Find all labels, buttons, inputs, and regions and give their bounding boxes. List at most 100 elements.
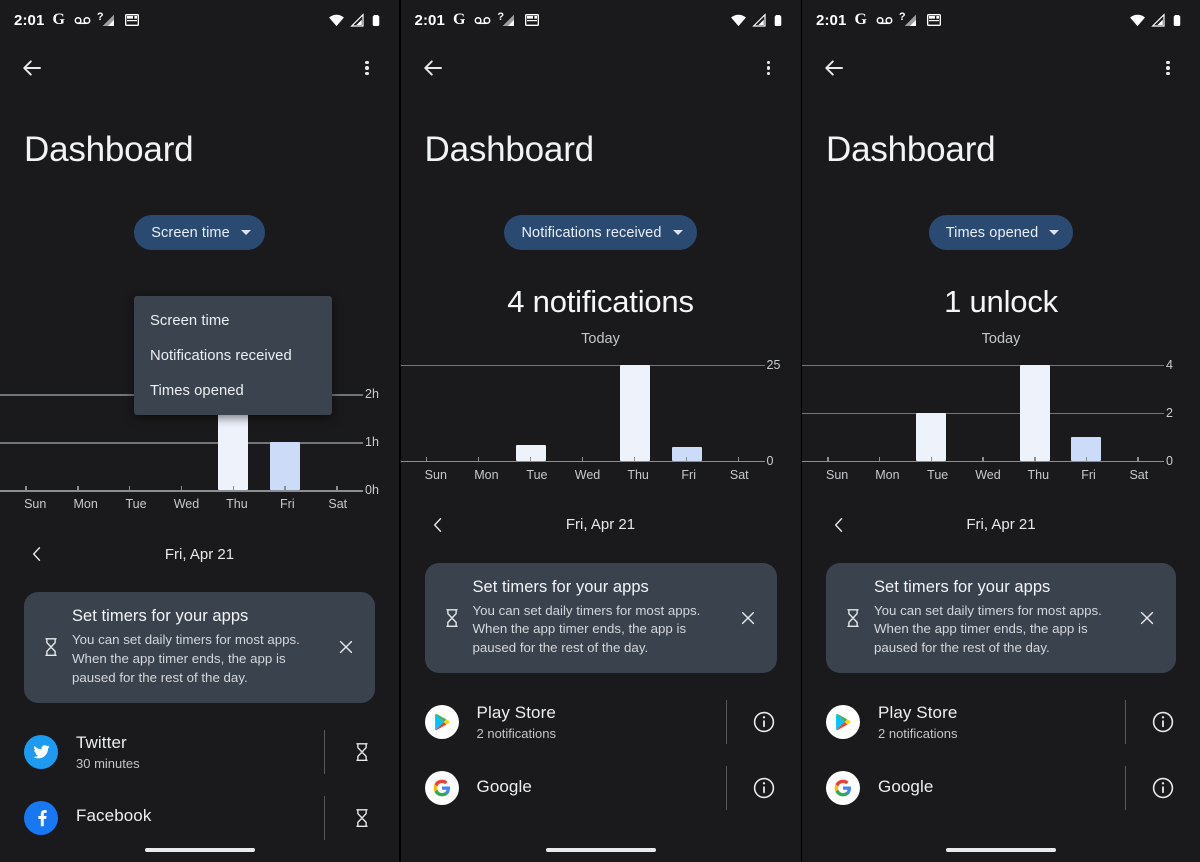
app-row-action-button[interactable] (727, 710, 801, 734)
cell-signal-icon (751, 12, 767, 28)
status-bar-clock: 2:01 (816, 11, 847, 29)
chart-x-tick-label: Tue (125, 497, 147, 511)
panel-notifications: 2:01 G? Dashboard Notifications received 4 n… (400, 0, 801, 862)
tip-card-close-button[interactable] (1132, 608, 1162, 628)
chart-bar-cell (1112, 365, 1164, 461)
voicemail-icon (73, 11, 92, 30)
app-usage-row[interactable]: Facebook (0, 785, 399, 851)
back-button[interactable] (415, 50, 451, 86)
date-navigation: Fri, Apr 21 (802, 508, 1200, 542)
chart-tick-cell (311, 486, 363, 491)
play-store-icon (826, 705, 860, 740)
cell-signal-icon (1150, 12, 1166, 28)
app-row-action-button[interactable] (325, 741, 399, 763)
wifi-icon (730, 12, 747, 29)
metric-selector-label: Screen time (151, 224, 230, 241)
chart-bar[interactable] (218, 406, 249, 490)
chart-tick-cell (453, 456, 505, 462)
chart-bar-cell (1061, 365, 1113, 461)
metric-menu-item[interactable]: Notifications received (134, 338, 332, 373)
chart-tick-cell (104, 486, 156, 491)
app-usage-row[interactable]: Google (401, 755, 801, 821)
app-bar (0, 40, 399, 96)
tip-card-close-button[interactable] (331, 637, 361, 657)
overflow-menu-button[interactable] (349, 50, 385, 86)
chart-bar[interactable] (270, 442, 301, 490)
tip-card-close-button[interactable] (733, 608, 763, 628)
back-button[interactable] (816, 50, 852, 86)
app-usage-row[interactable]: Google (802, 755, 1200, 821)
chart-ticks (401, 456, 765, 462)
app-bar (802, 40, 1200, 96)
chevron-down-icon (672, 230, 683, 235)
chart-tick-cell (156, 486, 208, 491)
system-navigation-pill (144, 848, 255, 852)
chart-x-tick-label: Fri (681, 467, 696, 482)
chart-bar-cell (802, 365, 854, 461)
chart-tick-cell (661, 456, 713, 462)
chart-bar-cell (957, 365, 1009, 461)
chart-tick-cell (1009, 456, 1061, 462)
google-g-icon: G (452, 11, 466, 28)
chart-y-tick-label: 2 (1166, 405, 1173, 420)
chart-tick-cell (713, 456, 765, 462)
app-bar (401, 40, 801, 96)
overflow-menu-button[interactable] (1150, 50, 1186, 86)
previous-day-button[interactable] (826, 515, 852, 535)
metric-selector-chip[interactable]: Notifications received (504, 215, 697, 250)
chart-bar[interactable] (916, 412, 947, 461)
chart-bar-cell (0, 394, 52, 490)
status-bar: 2:01 G? (0, 0, 399, 40)
current-date-label: Fri, Apr 21 (565, 516, 636, 534)
metric-headline-subtitle: Today (981, 330, 1021, 347)
metric-selector-row: Notifications received (401, 215, 801, 250)
chart-bar[interactable] (1019, 364, 1050, 461)
app-usage-row[interactable]: Twitter 30 minutes (0, 719, 399, 785)
app-meta: Facebook (76, 806, 324, 829)
app-name: Play Store (476, 703, 556, 723)
chart-x-axis-labels: Sun Mon Tue Wed Thu Fri Sat (802, 468, 1164, 482)
metric-dropdown-menu[interactable]: Screen time Notifications received Times o… (134, 296, 332, 415)
google-icon (424, 771, 459, 806)
app-name: Google (476, 776, 532, 796)
chart-ticks (0, 486, 363, 491)
chevron-down-icon (1049, 230, 1060, 235)
hourglass-icon (840, 607, 866, 629)
page-title: Dashboard (826, 130, 996, 169)
app-usage-row[interactable]: Play Store 2 notifications (802, 689, 1200, 755)
chart-bar[interactable] (619, 364, 650, 461)
metric-menu-item[interactable]: Times opened (134, 373, 332, 408)
status-bar-right (730, 12, 785, 29)
battery-icon (1170, 12, 1184, 29)
app-usage-detail: 2 notifications (476, 726, 557, 742)
chart-bar-cell (557, 365, 609, 461)
chart-bar-cell (401, 365, 453, 461)
app-usage-list: Twitter 30 minutes Facebook (0, 719, 399, 851)
app-row-action-button[interactable] (727, 776, 801, 800)
app-row-action-button[interactable] (325, 807, 399, 829)
more-vert-icon (1166, 60, 1170, 65)
chart-x-tick-label: Mon (875, 467, 900, 482)
overflow-menu-button[interactable] (751, 50, 787, 86)
system-navigation-pill (946, 848, 1056, 852)
app-row-action-button[interactable] (1126, 710, 1200, 734)
previous-day-button[interactable] (425, 515, 451, 535)
metric-headline: 4 notifications (507, 284, 694, 319)
metric-selector-chip[interactable]: Times opened (928, 215, 1074, 250)
app-row-action-button[interactable] (1126, 776, 1200, 800)
previous-day-button[interactable] (24, 544, 50, 564)
chart-bar-cell (52, 394, 104, 490)
metric-menu-item[interactable]: Screen time (134, 303, 332, 338)
chart-tick-cell (401, 456, 453, 462)
chart-x-tick-label: Thu (226, 497, 248, 511)
metric-selector-chip[interactable]: Screen time (134, 215, 265, 250)
metric-headline: 1 unlock (944, 284, 1058, 319)
tip-card-text: You can set daily timers for most apps. … (72, 632, 300, 685)
back-button[interactable] (14, 50, 50, 86)
panel-screen-time: 2:01 G? Dashboard Screen time Screen time Not… (0, 0, 399, 862)
app-usage-row[interactable]: Play Store 2 notifications (401, 689, 801, 755)
metric-headline-block: 4 notifications Today (401, 284, 801, 346)
app-usage-list: Play Store 2 notifications Google (802, 689, 1200, 821)
chart-tick-cell (905, 456, 957, 462)
chart-ticks (802, 456, 1164, 462)
